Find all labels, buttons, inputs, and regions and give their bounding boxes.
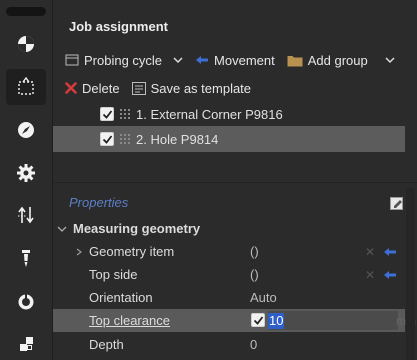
rail-button-measure[interactable] [6,283,46,319]
panel-divider [53,182,417,183]
add-group-label: Add group [307,52,368,68]
properties-title: Properties [69,195,129,210]
dial-icon [18,294,34,310]
gear-icon [17,164,35,182]
folder-icon [287,55,303,66]
toolbar-primary: Probing cycle Movement Add group [65,50,395,70]
prop-row-geometry-item[interactable]: Geometry item () ✕ [53,240,405,263]
rail-button-job[interactable] [6,69,46,105]
edit-icon[interactable] [390,196,404,210]
rail-button-blocks[interactable] [6,326,46,360]
swap-arrows-icon [18,206,34,224]
drag-handle-icon[interactable] [120,109,130,119]
prop-name: Orientation [89,290,153,305]
rail-handle [6,7,46,16]
arrow-left-icon[interactable] [383,270,397,280]
top-clearance-value[interactable]: 10 [268,312,285,329]
chevron-down-icon [57,226,67,232]
prop-value[interactable]: () [250,244,259,259]
probing-cycle-label: Probing cycle [84,52,163,68]
pie-chart-icon [18,36,34,52]
template-icon [131,81,146,95]
job-assignment-panel: Job assignment Probing cycle Movement Ad… [52,0,417,360]
job-label: 2. Hole P9814 [136,131,219,147]
toolbar-secondary: Delete Save as template [65,78,251,98]
rail-button-settings[interactable] [6,155,46,191]
tool-icon [22,250,30,267]
section-measuring-geometry[interactable]: Measuring geometry [57,221,200,236]
prop-name: Geometry item [89,244,175,259]
probing-cycle-dropdown[interactable]: Probing cycle [65,53,183,68]
checkmark-icon [102,134,112,144]
prop-name: Top clearance [89,313,170,328]
rail-button-overview[interactable] [6,26,46,62]
delete-x-icon [65,82,77,94]
top-clearance-input[interactable]: 10 mm [268,311,416,330]
prop-row-depth[interactable]: Depth 0 [53,333,405,356]
prop-value[interactable]: () [250,267,259,282]
prop-row-orientation[interactable]: Orientation Auto [53,286,405,309]
prop-row-top-clearance[interactable]: Top clearance 10 mm [53,309,416,332]
prop-value[interactable]: Auto [250,290,277,305]
prop-value[interactable]: 0 [250,337,257,352]
add-group-button[interactable]: Add group [287,53,395,68]
checkmark-icon [253,315,263,325]
delete-label: Delete [82,80,120,96]
checkmark-icon [102,109,112,119]
save-template-label: Save as template [150,80,252,96]
blocks-icon [20,337,33,351]
job-checkbox[interactable] [100,107,114,121]
drag-handle-icon[interactable] [120,134,130,144]
clear-icon[interactable]: ✕ [365,268,375,282]
chevron-down-icon[interactable] [385,55,395,65]
tool-rail [0,0,52,360]
top-clearance-checkbox[interactable] [251,313,265,327]
panel-title: Job assignment [69,19,168,34]
job-label: 1. External Corner P9816 [136,106,283,122]
clear-icon[interactable]: ✕ [365,245,375,259]
section-label: Measuring geometry [73,221,201,236]
properties-scrollbar[interactable] [406,188,415,360]
job-list-scrollbar[interactable] [405,50,415,168]
movement-button[interactable]: Movement [195,53,275,68]
chevron-right-icon[interactable] [75,248,83,256]
rail-button-tool[interactable] [6,240,46,276]
chevron-down-icon [173,57,183,64]
rail-button-probe[interactable] [6,112,46,148]
compass-icon [18,122,34,138]
delete-button[interactable]: Delete [65,81,120,96]
job-row[interactable]: 1. External Corner P9816 [53,101,405,127]
movement-label: Movement [214,52,275,68]
prop-name: Top side [89,267,138,282]
dashed-square-icon [18,76,34,95]
job-checkbox[interactable] [100,132,114,146]
prop-row-top-side[interactable]: Top side () ✕ [53,263,405,286]
cycle-icon [65,54,79,66]
save-template-button[interactable]: Save as template [131,80,252,96]
job-row-selected[interactable]: 2. Hole P9814 [53,126,405,152]
arrow-left-icon[interactable] [383,247,397,257]
arrow-left-icon [196,56,209,64]
prop-name: Depth [89,337,124,352]
rail-button-transfer[interactable] [6,197,46,233]
